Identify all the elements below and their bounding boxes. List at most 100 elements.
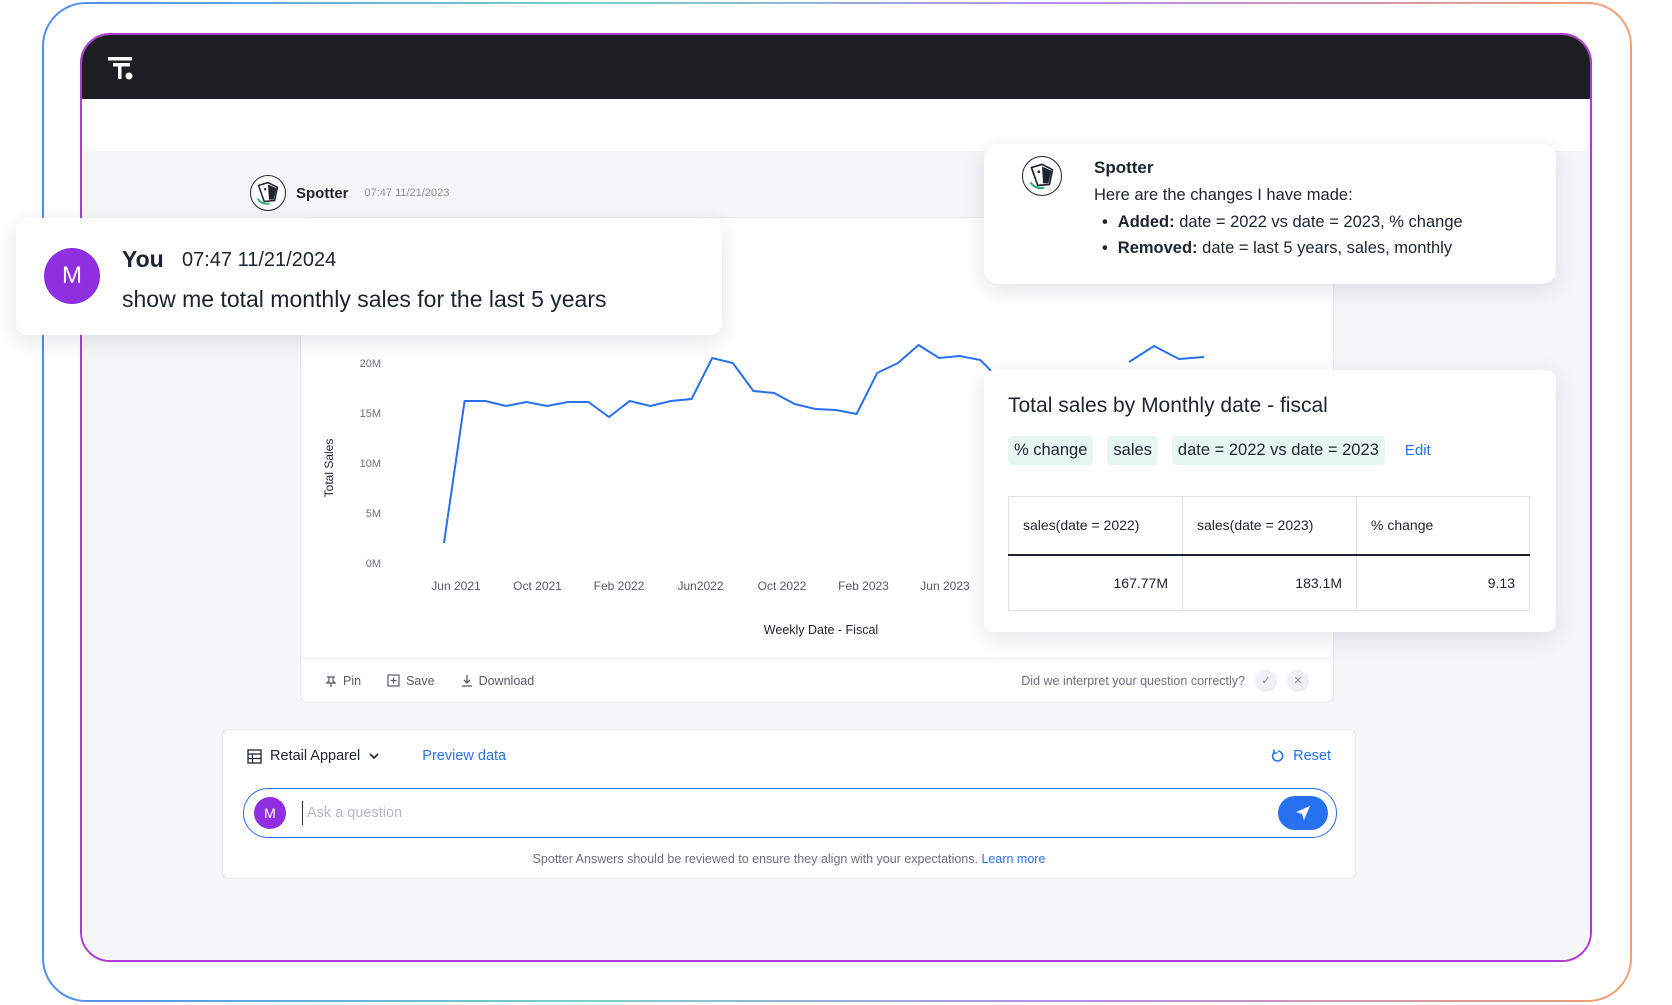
table-cell: 9.13 bbox=[1356, 554, 1530, 611]
data-point[interactable] bbox=[792, 402, 797, 407]
user-message-card: M You 07:47 11/21/2024 show me total mon… bbox=[16, 218, 722, 335]
feedback-no-button[interactable]: ✕ bbox=[1287, 669, 1309, 692]
download-icon bbox=[461, 675, 472, 687]
reset-icon bbox=[1271, 749, 1284, 762]
close-icon: ✕ bbox=[1293, 675, 1303, 687]
send-icon bbox=[1296, 806, 1310, 820]
data-point[interactable] bbox=[730, 361, 735, 366]
top-bar bbox=[82, 35, 1590, 99]
answer-table-card: Total sales by Monthly date - fiscal % c… bbox=[984, 370, 1556, 632]
feedback-question: Did we interpret your question correctly… bbox=[1021, 673, 1245, 688]
data-point[interactable] bbox=[565, 400, 570, 405]
data-point[interactable] bbox=[957, 354, 962, 359]
feedback-prompt: Did we interpret your question correctly… bbox=[1021, 669, 1309, 692]
data-point[interactable] bbox=[607, 415, 612, 420]
data-point[interactable] bbox=[689, 397, 694, 402]
x-tick-label: Feb 2022 bbox=[594, 579, 645, 593]
x-tick-label: Feb 2023 bbox=[838, 579, 889, 593]
download-label: Download bbox=[478, 673, 535, 688]
list-item: Added: date = 2022 vs date = 2023, % cha… bbox=[1094, 209, 1463, 235]
data-point[interactable] bbox=[442, 541, 447, 546]
column-header[interactable]: sales(date = 2022) bbox=[1008, 496, 1183, 556]
data-point[interactable] bbox=[813, 407, 818, 412]
save-button[interactable]: Save bbox=[387, 674, 435, 688]
data-point[interactable] bbox=[648, 404, 653, 409]
changes-intro: Here are the changes I have made: bbox=[1094, 186, 1353, 204]
data-point[interactable] bbox=[833, 408, 838, 413]
ask-question-box: M bbox=[243, 788, 1337, 838]
disclaimer-text: Spotter Answers should be reviewed to en… bbox=[532, 852, 978, 866]
column-header[interactable]: % change bbox=[1356, 496, 1530, 556]
datasource-selector[interactable]: Retail Apparel bbox=[270, 748, 360, 764]
user-avatar: M bbox=[44, 248, 100, 304]
data-point[interactable] bbox=[895, 361, 900, 366]
avatar: M bbox=[254, 797, 286, 829]
data-point[interactable] bbox=[483, 399, 488, 404]
chevron-down-icon[interactable] bbox=[368, 752, 380, 760]
x-axis-label: Weekly Date - Fiscal bbox=[764, 623, 878, 637]
data-point[interactable] bbox=[710, 356, 715, 361]
preview-data-link[interactable]: Preview data bbox=[422, 748, 506, 764]
pin-icon bbox=[325, 675, 337, 687]
chip-sales[interactable]: sales bbox=[1107, 436, 1158, 465]
reset-label: Reset bbox=[1293, 748, 1331, 764]
data-point[interactable] bbox=[545, 404, 550, 409]
spotter-name: Spotter bbox=[296, 184, 349, 202]
removed-text: date = last 5 years, sales, monthly bbox=[1202, 239, 1453, 257]
x-tick-label: Jun2022 bbox=[677, 579, 723, 593]
pin-label: Pin bbox=[343, 673, 362, 688]
spotter-timestamp: 07:47 11/21/2023 bbox=[364, 187, 450, 199]
data-point[interactable] bbox=[524, 400, 529, 405]
x-tick-label: Jun 2023 bbox=[920, 579, 970, 593]
added-text: date = 2022 vs date = 2023, % change bbox=[1179, 213, 1463, 231]
column-header[interactable]: sales(date = 2023) bbox=[1182, 496, 1357, 556]
spotter-dog-icon bbox=[250, 175, 286, 211]
datasource-row: Retail Apparel Preview data bbox=[247, 748, 506, 764]
reset-button[interactable]: Reset bbox=[1271, 748, 1331, 764]
table-row: 167.77M 183.1M 9.13 bbox=[1008, 554, 1530, 611]
data-point[interactable] bbox=[462, 399, 467, 404]
save-icon bbox=[387, 674, 400, 687]
chip-date-comparison[interactable]: date = 2022 vs date = 2023 bbox=[1171, 436, 1385, 465]
list-item: Removed: date = last 5 years, sales, mon… bbox=[1094, 235, 1463, 261]
user-question-text: show me total monthly sales for the last… bbox=[122, 286, 607, 312]
feedback-yes-button[interactable]: ✓ bbox=[1255, 669, 1277, 692]
y-tick-label: 0M bbox=[366, 558, 381, 570]
table-cell: 167.77M bbox=[1008, 554, 1183, 611]
edit-link[interactable]: Edit bbox=[1405, 442, 1431, 459]
download-button[interactable]: Download bbox=[461, 673, 535, 688]
table-header-row: sales(date = 2022) sales(date = 2023) % … bbox=[1008, 496, 1530, 556]
send-button[interactable] bbox=[1278, 796, 1328, 830]
changes-list: Added: date = 2022 vs date = 2023, % cha… bbox=[1094, 209, 1463, 261]
data-point[interactable] bbox=[916, 343, 921, 348]
y-tick-label: 20M bbox=[360, 358, 381, 370]
series-line[interactable] bbox=[443, 343, 1002, 544]
data-point[interactable] bbox=[503, 404, 508, 409]
pin-button[interactable]: Pin bbox=[325, 674, 361, 688]
y-tick-label: 10M bbox=[360, 458, 381, 470]
added-label: Added: bbox=[1117, 213, 1175, 231]
ask-question-input[interactable] bbox=[302, 801, 1252, 825]
chip-percent-change[interactable]: % change bbox=[1008, 436, 1094, 465]
data-point[interactable] bbox=[937, 356, 942, 361]
data-point[interactable] bbox=[586, 400, 591, 405]
data-point[interactable] bbox=[751, 389, 756, 394]
data-point[interactable] bbox=[854, 412, 859, 417]
x-tick-label: Jun 2021 bbox=[431, 579, 481, 593]
data-point[interactable] bbox=[978, 358, 983, 363]
table-cell: 183.1M bbox=[1182, 554, 1357, 611]
data-point[interactable] bbox=[875, 371, 880, 376]
check-icon: ✓ bbox=[1261, 675, 1271, 687]
chart-action-bar: Pin Save Download Did we interpret your … bbox=[301, 658, 1333, 702]
data-point[interactable] bbox=[627, 399, 632, 404]
learn-more-link[interactable]: Learn more bbox=[981, 852, 1045, 866]
removed-label: Removed: bbox=[1117, 239, 1198, 257]
answer-title: Total sales by Monthly date - fiscal bbox=[1008, 394, 1328, 417]
app-logo-icon[interactable] bbox=[106, 53, 136, 83]
spotter-dog-icon bbox=[1022, 156, 1062, 196]
answer-table: sales(date = 2022) sales(date = 2023) % … bbox=[1008, 496, 1530, 611]
series-line-tail[interactable] bbox=[1128, 344, 1205, 363]
data-point[interactable] bbox=[772, 391, 777, 396]
filter-chips: % change sales date = 2022 vs date = 202… bbox=[1008, 436, 1431, 465]
data-point[interactable] bbox=[668, 399, 673, 404]
